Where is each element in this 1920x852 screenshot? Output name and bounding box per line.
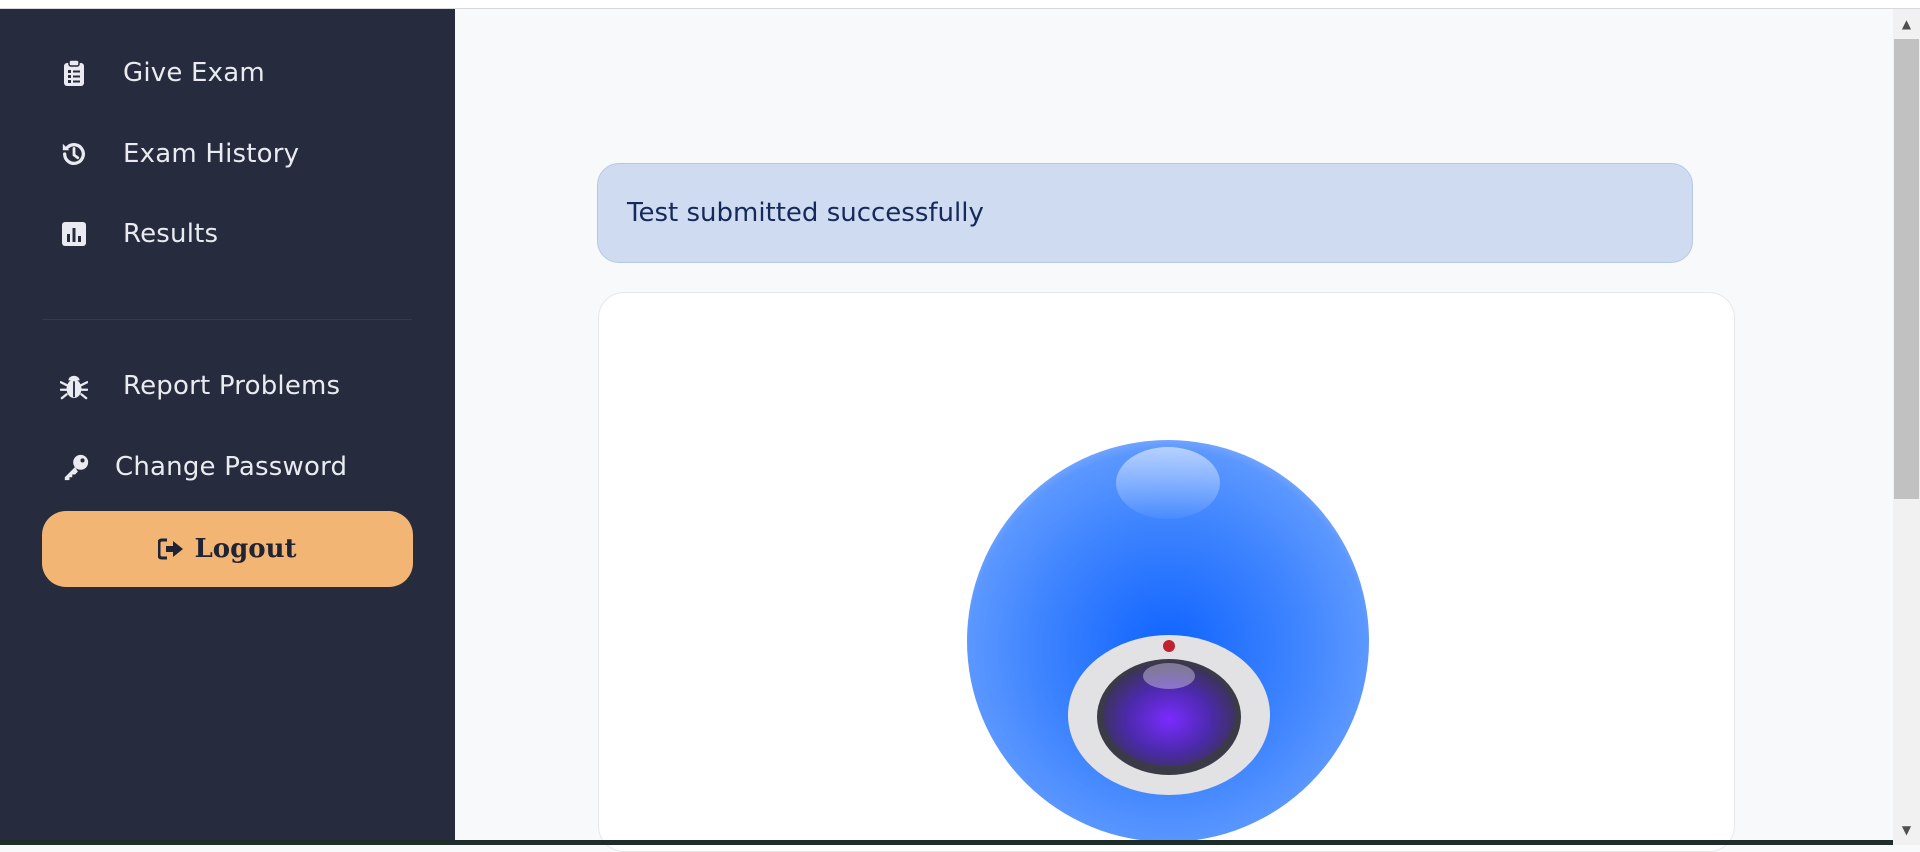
history-icon (60, 140, 88, 168)
scroll-thumb[interactable] (1894, 39, 1919, 499)
logout-label: Logout (194, 534, 297, 564)
sidebar-divider (42, 319, 412, 320)
sidebar-item-label: Report Problems (123, 371, 341, 401)
taskbar-edge (0, 840, 1893, 845)
scroll-up-arrow-icon[interactable]: ▲ (1893, 13, 1920, 35)
alert-text: Test submitted successfully (627, 198, 984, 228)
key-icon (62, 453, 90, 481)
sidebar-item-label: Results (123, 219, 219, 249)
browser-top-edge (0, 0, 1920, 9)
chart-bar-icon (60, 220, 88, 248)
success-alert: Test submitted successfully (597, 163, 1693, 263)
sidebar-item-label: Give Exam (123, 58, 265, 88)
bug-icon (60, 372, 88, 400)
scroll-down-arrow-icon[interactable]: ▼ (1893, 819, 1920, 841)
vertical-scrollbar[interactable]: ▲ ▼ (1893, 9, 1920, 845)
sidebar-item-label: Exam History (123, 139, 300, 169)
sidebar: Give Exam Exam History Results Report Pr… (0, 9, 455, 845)
webcam-illustration (965, 438, 1370, 849)
sidebar-item-exam-history[interactable]: Exam History (0, 124, 455, 184)
logout-button[interactable]: Logout (42, 511, 413, 587)
clipboard-list-icon (60, 59, 88, 87)
sidebar-item-label: Change Password (115, 452, 348, 482)
sign-out-icon (158, 538, 184, 560)
sidebar-item-give-exam[interactable]: Give Exam (0, 43, 455, 103)
sidebar-item-results[interactable]: Results (0, 204, 455, 264)
sidebar-item-change-password[interactable]: Change Password (0, 437, 455, 497)
sidebar-item-report-problems[interactable]: Report Problems (0, 356, 455, 416)
